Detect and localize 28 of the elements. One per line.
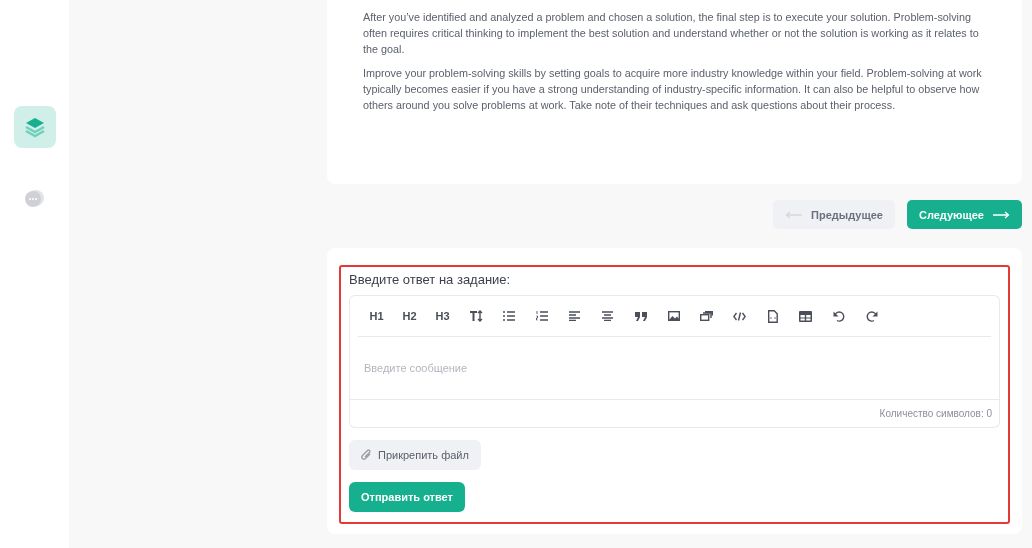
heading-button[interactable]: H2 <box>393 302 426 330</box>
image-icon <box>667 311 680 321</box>
answer-title: Введите ответ на задание: <box>349 272 512 287</box>
text-size-icon <box>468 310 483 322</box>
heading-button[interactable]: H1 <box>360 302 393 330</box>
heading-button[interactable]: H3 <box>426 302 459 330</box>
paragraph: Improve your problem-solving skills by setting goals to acquire more industry knowledge within your field. Problem-solving at work typically becomes easier if you have a strong understanding of industry-specific information. It can also be helpful to observe how others around you solve problems at work. Take note of their techniques and ask questions about their process. <box>363 66 983 113</box>
arrow-icon <box>992 210 1010 219</box>
bullet-list-icon <box>502 311 515 321</box>
character-count: Количество символов: 0 <box>349 400 1000 428</box>
sidebar-item[interactable] <box>13 106 56 148</box>
table-icon <box>799 310 812 322</box>
gallery-icon <box>700 311 713 321</box>
paperclip-icon <box>361 449 372 461</box>
arrow-icon <box>785 210 804 219</box>
layers-icon <box>23 116 46 138</box>
paragraph: After you’ve identified and analyzed a problem and chosen a solution, the final step is to execute your solution. Problem-solving often requires critical thinking to implement the best solution and understand whether or not the solution is working as it relates to the goal. <box>363 10 980 57</box>
undo-icon <box>832 310 845 322</box>
code-icon <box>733 311 746 321</box>
document-icon <box>767 309 778 323</box>
message-field[interactable]: Введите сообщение <box>349 337 1000 400</box>
align-left-icon <box>569 311 580 321</box>
attach-file-button[interactable]: Прикрепить файл <box>349 440 481 470</box>
align-center-icon <box>602 311 613 321</box>
numbered-list-icon <box>535 311 548 321</box>
quote-icon <box>634 311 647 321</box>
redo-icon <box>865 310 878 322</box>
chat-icon <box>23 189 46 209</box>
